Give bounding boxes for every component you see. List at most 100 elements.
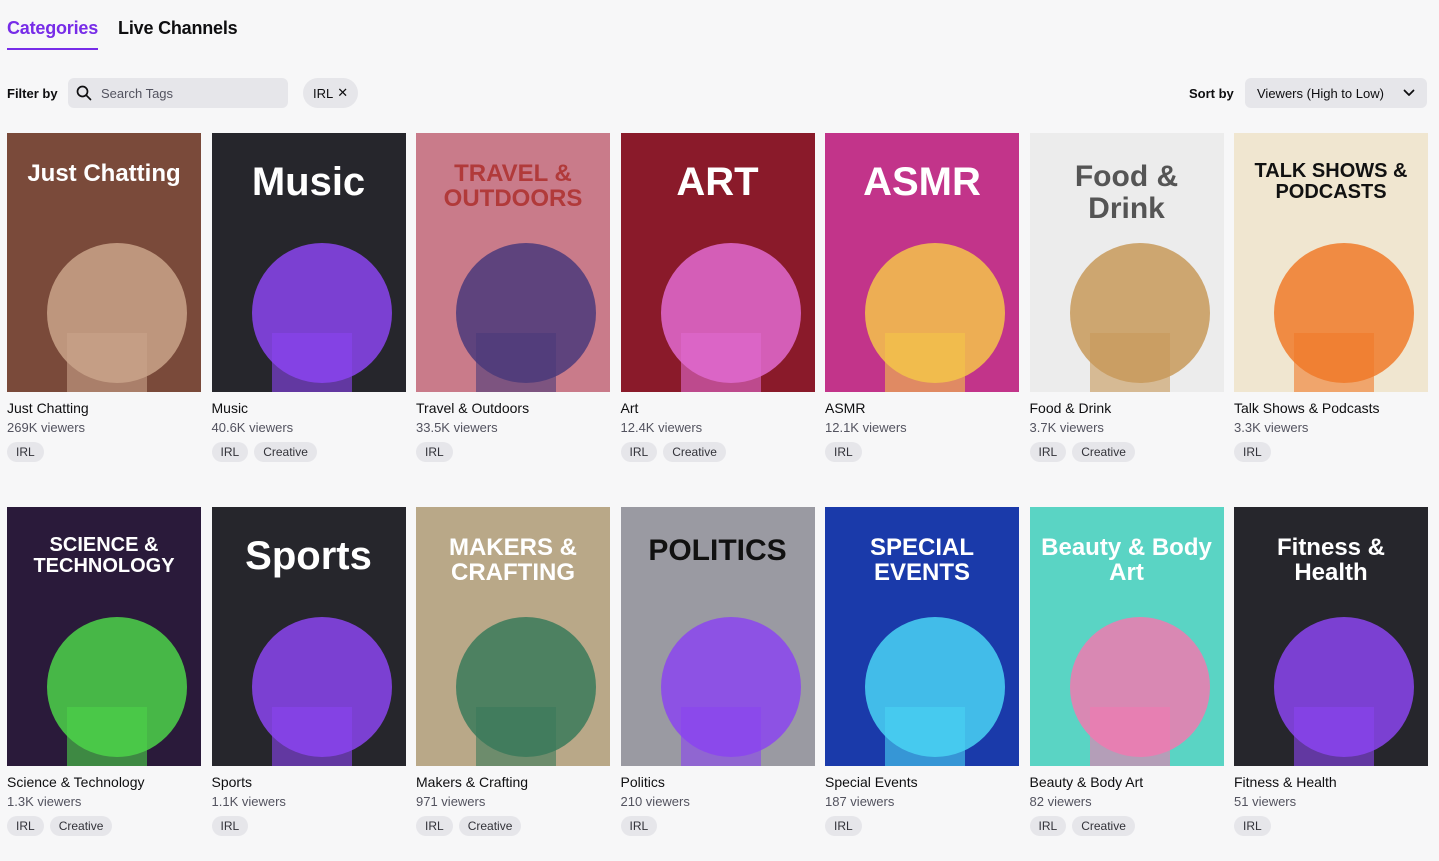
box-art-title: Music <box>251 160 366 204</box>
box-art-title: MAKERS & CRAFTING <box>448 534 577 587</box>
tag-irl[interactable]: IRL <box>1234 442 1271 462</box>
tag-list: IRL <box>211 816 406 836</box>
tag-list: IRL Creative <box>1029 442 1224 462</box>
tag-list: IRL <box>825 816 1019 836</box>
sort-label: Sort by <box>1189 86 1234 101</box>
viewer-count[interactable]: 210 viewers <box>621 794 815 809</box>
tag-creative[interactable]: Creative <box>254 442 317 462</box>
category-box-art[interactable]: TALK SHOWS & PODCASTS <box>1234 133 1428 392</box>
viewer-count[interactable]: 971 viewers <box>416 794 610 809</box>
tag-creative[interactable]: Creative <box>1072 816 1135 836</box>
tag-irl[interactable]: IRL <box>211 442 249 462</box>
viewer-count[interactable]: 33.5K viewers <box>416 420 610 435</box>
category-card[interactable]: Fitness & Health Fitness & Health 51 viewe… <box>1234 507 1428 861</box>
tag-irl[interactable]: IRL <box>620 816 658 836</box>
tab-categories[interactable]: Categories <box>7 18 98 50</box>
category-name[interactable]: Travel & Outdoors <box>416 400 610 416</box>
category-card[interactable]: Beauty & Body Art Beauty & Body Art 82 vie… <box>1029 507 1224 861</box>
box-art-title: SCIENCE & TECHNOLOGY <box>33 534 175 577</box>
tag-irl[interactable]: IRL <box>7 816 44 836</box>
category-name[interactable]: Beauty & Body Art <box>1030 774 1224 790</box>
category-box-art[interactable]: MAKERS & CRAFTING <box>416 507 610 766</box>
category-card[interactable]: ASMR ASMR 12.1K viewers IRL <box>825 133 1019 507</box>
box-art-title: Food & Drink <box>1074 160 1179 225</box>
category-name[interactable]: Food & Drink <box>1030 400 1224 416</box>
category-box-art[interactable]: Fitness & Health <box>1234 507 1428 766</box>
category-card[interactable]: Just Chatting Just Chatting 269K viewers IR… <box>7 133 201 507</box>
category-name[interactable]: Special Events <box>825 774 1019 790</box>
category-box-art[interactable]: SPECIAL EVENTS <box>825 507 1019 766</box>
viewer-count[interactable]: 12.4K viewers <box>621 420 815 435</box>
category-box-art[interactable]: Food & Drink <box>1029 133 1224 392</box>
viewer-count[interactable]: 3.7K viewers <box>1030 420 1224 435</box>
tag-irl[interactable]: IRL <box>7 442 44 462</box>
close-icon[interactable]: ✕ <box>337 85 348 101</box>
viewer-count[interactable]: 1.1K viewers <box>212 794 406 809</box>
category-box-art[interactable]: SCIENCE & TECHNOLOGY <box>7 507 201 766</box>
category-name[interactable]: Science & Technology <box>7 774 201 790</box>
category-card[interactable]: TRAVEL & OUTDOORS Travel & Outdoors 33.5K … <box>416 133 610 507</box>
viewer-count[interactable]: 187 viewers <box>825 794 1019 809</box>
category-card[interactable]: SPECIAL EVENTS Special Events 187 viewers I… <box>825 507 1019 861</box>
category-card[interactable]: ART Art 12.4K viewers IRL Creative <box>620 133 815 507</box>
active-tag-irl[interactable]: IRL ✕ <box>303 78 359 108</box>
tag-irl[interactable]: IRL <box>620 442 658 462</box>
viewer-count[interactable]: 40.6K viewers <box>212 420 406 435</box>
category-card[interactable]: TALK SHOWS & PODCASTS Talk Shows & Podcas… <box>1234 133 1428 507</box>
category-name[interactable]: Sports <box>212 774 406 790</box>
category-box-art[interactable]: ART <box>620 133 815 392</box>
tag-creative[interactable]: Creative <box>663 442 726 462</box>
tab-live-channels[interactable]: Live Channels <box>118 18 238 50</box>
category-box-art[interactable]: POLITICS <box>620 507 815 766</box>
box-art-title: Beauty & Body Art <box>1041 534 1212 587</box>
category-box-art[interactable]: Sports <box>211 507 406 766</box>
category-box-art[interactable]: TRAVEL & OUTDOORS <box>416 133 610 392</box>
tag-list: IRL Creative <box>211 442 406 462</box>
tag-creative[interactable]: Creative <box>49 816 113 836</box>
category-card[interactable]: Music Music 40.6K viewers IRL Creative <box>211 133 406 507</box>
active-tag-label: IRL <box>313 85 334 101</box>
tag-irl[interactable]: IRL <box>416 816 453 836</box>
tag-irl[interactable]: IRL <box>211 816 249 836</box>
tag-irl[interactable]: IRL <box>1029 816 1067 836</box>
box-art-title: Sports <box>245 534 372 578</box>
category-name[interactable]: Talk Shows & Podcasts <box>1234 400 1428 416</box>
category-card[interactable]: Sports Sports 1.1K viewers IRL <box>211 507 406 861</box>
category-box-art[interactable]: Beauty & Body Art <box>1029 507 1224 766</box>
search-tags-box[interactable] <box>68 78 288 108</box>
category-card[interactable]: MAKERS & CRAFTING Makers & Crafting 971 vi… <box>416 507 610 861</box>
category-name[interactable]: Just Chatting <box>7 400 201 416</box>
category-name[interactable]: ASMR <box>825 400 1019 416</box>
tag-irl[interactable]: IRL <box>1234 816 1271 836</box>
category-name[interactable]: Makers & Crafting <box>416 774 610 790</box>
search-tags-input[interactable] <box>101 85 281 101</box>
tag-creative[interactable]: Creative <box>1072 442 1135 462</box>
viewer-count[interactable]: 51 viewers <box>1234 794 1428 809</box>
category-box-art[interactable]: Just Chatting <box>7 133 201 392</box>
category-box-art[interactable]: Music <box>211 133 406 392</box>
viewer-count[interactable]: 1.3K viewers <box>7 794 201 809</box>
category-name[interactable]: Politics <box>621 774 815 790</box>
sort-dropdown[interactable]: Viewers (High to Low) <box>1245 78 1427 108</box>
viewer-count[interactable]: 82 viewers <box>1030 794 1224 809</box>
category-box-art[interactable]: ASMR <box>825 133 1019 392</box>
tag-list: IRL Creative <box>620 442 815 462</box>
tag-irl[interactable]: IRL <box>825 816 862 836</box>
tag-creative[interactable]: Creative <box>458 816 522 836</box>
category-name[interactable]: Fitness & Health <box>1234 774 1428 790</box>
sort-selected-value: Viewers (High to Low) <box>1257 85 1384 101</box>
viewer-count[interactable]: 12.1K viewers <box>825 420 1019 435</box>
category-name[interactable]: Art <box>621 400 815 416</box>
category-card[interactable]: SCIENCE & TECHNOLOGY Science & Technology… <box>7 507 201 861</box>
tag-irl[interactable]: IRL <box>1029 442 1067 462</box>
tag-irl[interactable]: IRL <box>825 442 862 462</box>
category-card[interactable]: POLITICS Politics 210 viewers IRL <box>620 507 815 861</box>
tag-irl[interactable]: IRL <box>416 442 453 462</box>
box-art-title: ART <box>676 160 759 204</box>
box-art-title: Just Chatting <box>27 160 181 187</box>
viewer-count[interactable]: 269K viewers <box>7 420 201 435</box>
viewer-count[interactable]: 3.3K viewers <box>1234 420 1428 435</box>
tag-list: IRL Creative <box>416 816 610 836</box>
category-card[interactable]: Food & Drink Food & Drink 3.7K viewers IRL C… <box>1029 133 1224 507</box>
category-name[interactable]: Music <box>212 400 406 416</box>
